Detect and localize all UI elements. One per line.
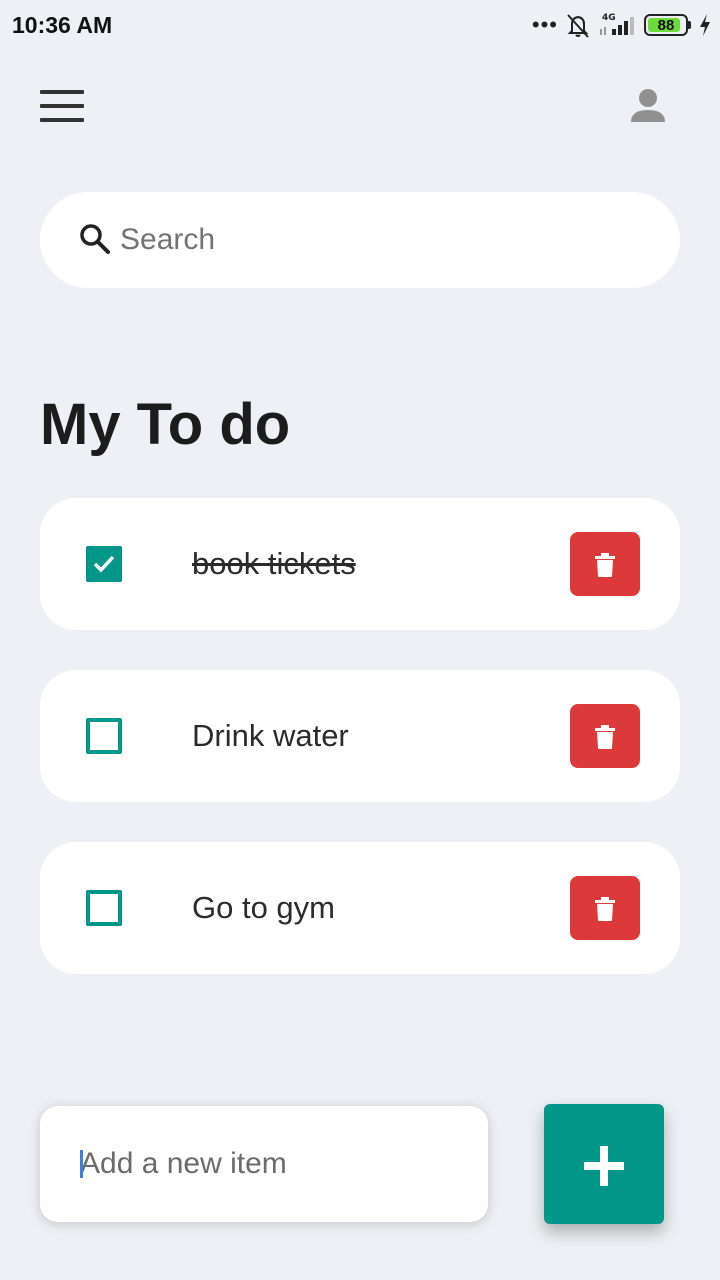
- network-type-label: 4G: [602, 13, 616, 23]
- search-icon: [80, 224, 110, 254]
- todo-checkbox[interactable]: [86, 546, 122, 582]
- add-item-input[interactable]: [80, 1134, 460, 1194]
- search-input[interactable]: [120, 212, 650, 268]
- battery-icon: 88: [644, 14, 691, 36]
- todo-text: book tickets: [192, 546, 356, 581]
- add-item-button[interactable]: [544, 1104, 664, 1224]
- app-screen: 10:36 AM ••• 4G 88 Search My To do book …: [0, 0, 720, 1280]
- trash-icon: [595, 725, 615, 749]
- battery-level: 88: [657, 16, 675, 34]
- todo-item: Go to gym: [40, 842, 680, 974]
- todo-checkbox[interactable]: [86, 718, 122, 754]
- todo-item: book tickets: [40, 498, 680, 630]
- more-dots-icon: •••: [531, 12, 558, 37]
- status-bar: 10:36 AM ••• 4G 88: [0, 0, 720, 52]
- menu-button[interactable]: [36, 84, 88, 128]
- add-item-field: [40, 1106, 488, 1222]
- status-time: 10:36 AM: [12, 12, 113, 38]
- signal-icon: 4G: [600, 13, 634, 35]
- delete-button[interactable]: [570, 532, 640, 596]
- text-cursor: [80, 1150, 83, 1178]
- todo-text: Drink water: [192, 718, 349, 753]
- alarm-off-icon: [567, 14, 589, 38]
- status-icons: ••• 4G 88: [526, 10, 712, 40]
- trash-icon: [595, 897, 615, 921]
- todo-item: Drink water: [40, 670, 680, 802]
- page-title: My To do: [40, 392, 291, 457]
- charging-icon: [700, 14, 710, 36]
- person-icon: [631, 89, 665, 122]
- todo-checkbox[interactable]: [86, 890, 122, 926]
- profile-button[interactable]: [622, 80, 674, 132]
- trash-icon: [595, 553, 615, 577]
- delete-button[interactable]: [570, 876, 640, 940]
- delete-button[interactable]: [570, 704, 640, 768]
- plus-icon: [584, 1146, 624, 1186]
- todo-text: Go to gym: [192, 890, 335, 925]
- check-icon: [93, 555, 115, 573]
